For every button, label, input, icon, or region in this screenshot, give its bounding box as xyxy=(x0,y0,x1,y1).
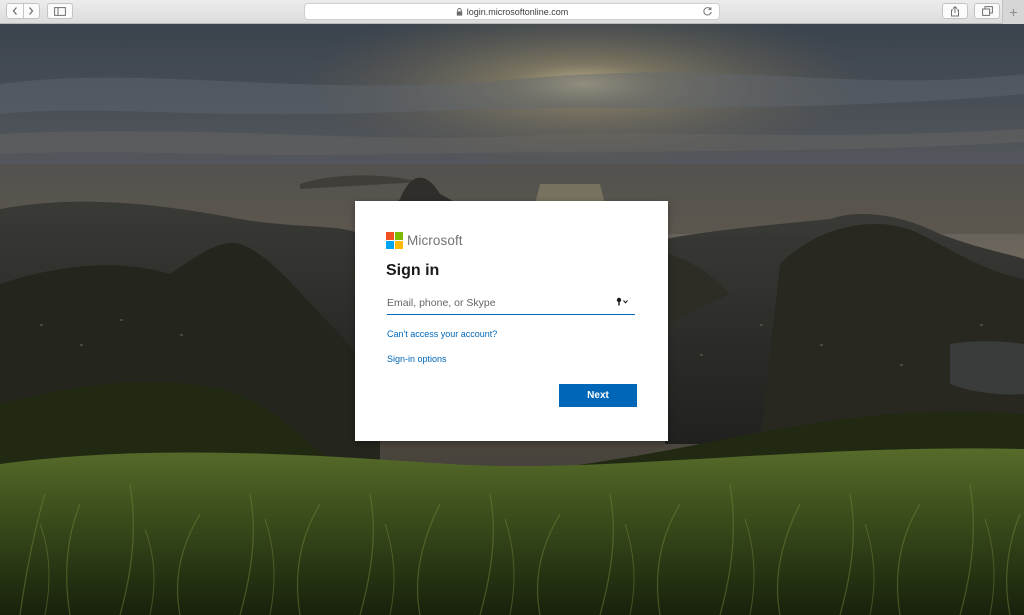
sidebar-icon xyxy=(54,6,66,16)
tabs-icon xyxy=(981,6,993,16)
chevron-right-icon xyxy=(29,7,34,15)
navigation-buttons xyxy=(6,3,40,19)
share-button[interactable] xyxy=(942,3,968,19)
cant-access-account-link[interactable]: Can't access your account? xyxy=(387,329,497,339)
plus-icon: + xyxy=(1009,4,1018,20)
address-bar[interactable]: login.microsoftonline.com xyxy=(304,3,720,20)
browser-toolbar: login.microsoftonline.com + xyxy=(0,0,1024,24)
lock-icon xyxy=(456,7,463,16)
new-tab-button[interactable]: + xyxy=(1002,0,1024,24)
next-button[interactable]: Next xyxy=(559,384,637,407)
chevron-left-icon xyxy=(12,7,17,15)
url-text: login.microsoftonline.com xyxy=(466,6,569,17)
reload-icon[interactable] xyxy=(702,6,713,17)
key-icon[interactable] xyxy=(616,297,629,306)
back-button[interactable] xyxy=(7,4,23,18)
sign-in-card: Microsoft Sign in Can't access your acco… xyxy=(355,201,668,441)
microsoft-logo-icon xyxy=(386,232,403,249)
brand-name: Microsoft xyxy=(407,233,463,248)
sidebar-button[interactable] xyxy=(47,3,73,19)
forward-button[interactable] xyxy=(22,4,40,18)
sign-in-options-link[interactable]: Sign-in options xyxy=(387,354,447,364)
tabs-button[interactable] xyxy=(974,3,1000,19)
share-icon xyxy=(951,5,959,16)
email-input[interactable] xyxy=(387,293,609,313)
browser-window: login.microsoftonline.com + Microsoft Si… xyxy=(0,0,1024,615)
page-title: Sign in xyxy=(386,262,440,279)
email-field-container xyxy=(387,293,635,315)
microsoft-logo-row: Microsoft xyxy=(386,232,463,249)
